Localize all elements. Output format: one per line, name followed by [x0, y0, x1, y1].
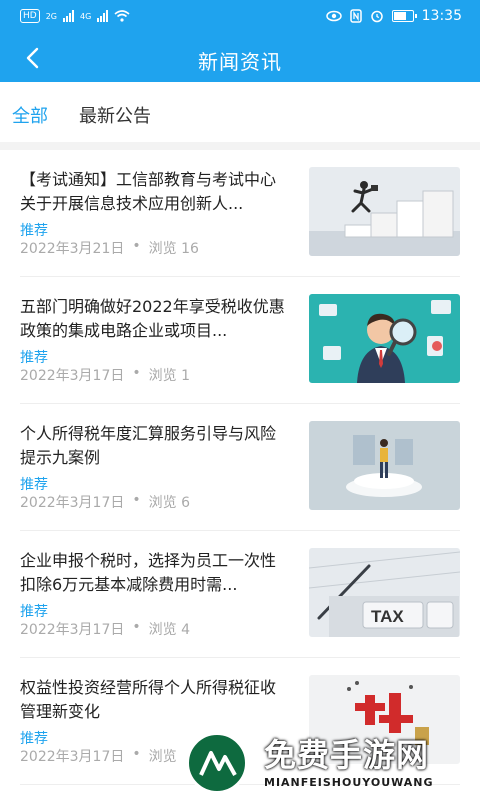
recommend-tag: 推荐 [20, 604, 48, 620]
svg-text:TAX: TAX [371, 607, 404, 626]
news-date: 2022年3月17日 [20, 368, 125, 384]
battery-icon [391, 10, 417, 22]
tab-bar: 全部 最新公告 [0, 82, 480, 142]
news-title: 个人所得税年度汇算服务引导与风险提示九案例 [20, 424, 277, 467]
news-title: 企业申报个税时，选择为员工一次性扣除6万元基本减除费用时需... [20, 551, 277, 594]
wifi-icon [114, 10, 130, 22]
news-date: 2022年3月17日 [20, 495, 125, 511]
news-thumbnail: TAX [309, 548, 460, 637]
news-date: 2022年3月17日 [20, 749, 125, 765]
status-time: 13:35 [421, 8, 462, 24]
signal-icon-2 [97, 10, 109, 22]
news-item[interactable]: 五部门明确做好2022年享受税收优惠政策的集成电路企业或项目... 推荐 202… [20, 277, 460, 404]
hd-badge: HD [20, 9, 40, 23]
navigation-bar: 新闻资讯 [0, 36, 480, 82]
news-title: 五部门明确做好2022年享受税收优惠政策的集成电路企业或项目... [20, 297, 285, 340]
tab-latest-notice[interactable]: 最新公告 [79, 102, 151, 128]
battery-fill [393, 12, 406, 20]
news-meta: 2022年3月21日 • 浏览 16 [20, 238, 199, 258]
recommend-tag: 推荐 [20, 223, 48, 239]
news-date: 2022年3月21日 [20, 241, 125, 257]
tab-all[interactable]: 全部 [12, 102, 48, 128]
status-left: HD 2G 4G [20, 9, 130, 23]
news-views: 浏览 [148, 749, 177, 765]
eye-icon [325, 10, 342, 22]
news-date: 2022年3月17日 [20, 622, 125, 638]
network-4g-label: 4G [80, 11, 92, 21]
network-2g-label: 2G [45, 11, 57, 21]
news-meta: 2022年3月17日 • 浏览 4 [20, 619, 190, 639]
news-thumbnail [309, 167, 460, 256]
nfc-icon [349, 9, 362, 23]
news-meta: 2022年3月17日 • 浏览 6 [20, 492, 190, 512]
news-views: 浏览 16 [148, 241, 199, 257]
recommend-tag: 推荐 [20, 350, 48, 366]
meta-dot: • [132, 238, 141, 254]
signal-icon [63, 10, 74, 22]
watermark-title: 免费手游网 [264, 736, 430, 774]
watermark-subtitle: MIANFEISHOUYOUWANG [264, 776, 434, 789]
meta-dot: • [132, 619, 141, 635]
site-watermark: 免费手游网 MIANFEISHOUYOUWANG [186, 726, 476, 800]
page-title: 新闻资讯 [198, 50, 282, 74]
news-views: 浏览 4 [148, 622, 190, 638]
meta-dot: • [132, 746, 141, 762]
news-item[interactable]: 【考试通知】工信部教育与考试中心关于开展信息技术应用创新人... 推荐 2022… [20, 150, 460, 277]
recommend-tag: 推荐 [20, 477, 48, 493]
news-title: 权益性投资经营所得个人所得税征收管理新变化 [20, 678, 277, 721]
watermark-logo [186, 732, 248, 794]
section-divider [0, 142, 480, 150]
news-views: 浏览 6 [148, 495, 190, 511]
meta-dot: • [132, 492, 141, 508]
alarm-icon [370, 10, 383, 23]
recommend-tag: 推荐 [20, 731, 48, 747]
news-thumbnail [309, 294, 460, 383]
meta-dot: • [132, 365, 141, 381]
news-item[interactable]: 企业申报个税时，选择为员工一次性扣除6万元基本减除费用时需... 推荐 2022… [20, 531, 460, 658]
news-list: 【考试通知】工信部教育与考试中心关于开展信息技术应用创新人... 推荐 2022… [0, 150, 480, 785]
news-meta: 2022年3月17日 • 浏览 1 [20, 365, 190, 385]
news-title: 【考试通知】工信部教育与考试中心关于开展信息技术应用创新人... [20, 170, 277, 213]
news-views: 浏览 1 [148, 368, 190, 384]
status-right: 13:35 [325, 8, 462, 24]
news-thumbnail [309, 421, 460, 510]
news-item[interactable]: 个人所得税年度汇算服务引导与风险提示九案例 推荐 2022年3月17日 • 浏览… [20, 404, 460, 531]
status-bar: HD 2G 4G 13:35 [0, 0, 480, 36]
news-meta: 2022年3月17日 • 浏览 [20, 746, 177, 766]
